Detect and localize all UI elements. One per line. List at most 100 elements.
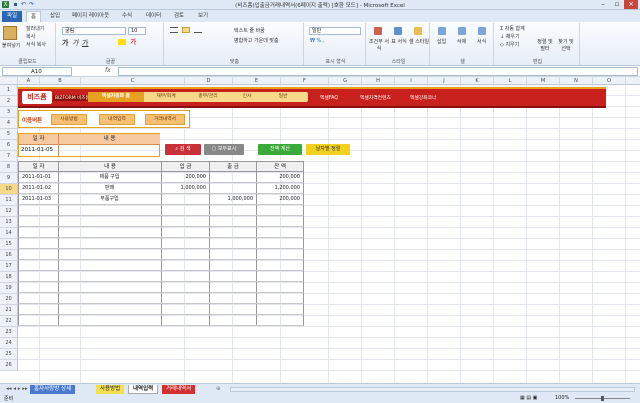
row-header[interactable]: 17 xyxy=(0,261,18,272)
row-header[interactable]: 21 xyxy=(0,305,18,316)
table-cell-out[interactable] xyxy=(209,183,257,194)
table-cell-desc[interactable] xyxy=(58,271,162,282)
font-color-icon[interactable]: 가 xyxy=(130,37,136,47)
view-buttons-icon[interactable]: ▦ ▤ ▣ xyxy=(520,395,537,401)
formula-input[interactable] xyxy=(118,67,638,76)
delete-cells-button[interactable]: 삭제 xyxy=(457,38,466,45)
conditional-format-icon[interactable] xyxy=(374,27,382,35)
table-cell-in[interactable] xyxy=(161,271,210,282)
table-cell-desc[interactable] xyxy=(58,227,162,238)
tab-insert[interactable]: 삽입 xyxy=(46,11,64,22)
table-cell-desc[interactable]: 판매 xyxy=(58,183,162,194)
table-cell-bal[interactable]: 200,000 xyxy=(256,172,304,183)
name-box[interactable]: A10 xyxy=(2,67,72,76)
table-cell-date[interactable] xyxy=(18,205,59,216)
table-cell-date[interactable] xyxy=(18,249,59,260)
table-cell-out[interactable] xyxy=(209,172,257,183)
table-cell-bal[interactable] xyxy=(256,227,304,238)
table-cell-desc[interactable] xyxy=(58,315,162,326)
table-cell-in[interactable] xyxy=(161,260,210,271)
entry-input-button[interactable]: 내역입력 xyxy=(99,114,135,125)
bold-icon[interactable]: 가 xyxy=(62,38,68,48)
table-cell-date[interactable] xyxy=(18,271,59,282)
table-cell-date[interactable]: 2011-01-02 xyxy=(18,183,59,194)
zoom-slider-thumb[interactable] xyxy=(601,396,604,401)
tab-file[interactable]: 파일 xyxy=(2,11,22,22)
paste-icon[interactable] xyxy=(3,26,17,40)
find-select-button[interactable]: 찾기 및 선택 xyxy=(556,38,576,52)
input-desc-field[interactable] xyxy=(59,145,160,156)
wrap-text-button[interactable]: 텍스트 줄 바꿈 xyxy=(234,27,265,34)
table-cell-desc[interactable]: 제품 구입 xyxy=(58,172,162,183)
conditional-format-button[interactable]: 조건부 서식 xyxy=(369,38,389,52)
row-header[interactable]: 13 xyxy=(0,217,18,228)
tab-review[interactable]: 검토 xyxy=(170,11,188,22)
row-header[interactable]: 24 xyxy=(0,338,18,349)
show-all-button[interactable]: ▢ 모두표시 xyxy=(204,144,244,155)
row-header[interactable]: 4 xyxy=(0,118,18,129)
table-cell-desc[interactable] xyxy=(58,238,162,249)
table-cell-desc[interactable] xyxy=(58,205,162,216)
sheet-tab-main[interactable]: 홈자사랑방 상세 xyxy=(30,385,76,394)
column-header[interactable]: O xyxy=(593,77,626,85)
table-cell-desc[interactable] xyxy=(58,260,162,271)
table-cell-bal[interactable] xyxy=(256,260,304,271)
column-header[interactable]: L xyxy=(494,77,527,85)
table-cell-in[interactable] xyxy=(161,315,210,326)
row-header[interactable]: 9 xyxy=(0,173,18,184)
row-header[interactable]: 20 xyxy=(0,294,18,305)
sort-by-date-button[interactable]: 날자별 정렬 xyxy=(306,144,350,155)
nav-general[interactable]: 일반 xyxy=(268,92,298,102)
table-cell-date[interactable]: 2011-01-03 xyxy=(18,194,59,205)
currency-icon[interactable]: ₩ % , xyxy=(310,38,324,44)
table-cell-out[interactable] xyxy=(209,271,257,282)
nav-hr[interactable]: 인사 xyxy=(232,92,262,102)
row-header[interactable]: 19 xyxy=(0,283,18,294)
column-header[interactable]: G xyxy=(329,77,362,85)
table-cell-in[interactable]: 1,000,000 xyxy=(161,183,210,194)
underline-icon[interactable]: 가 xyxy=(82,38,88,48)
row-header[interactable]: 26 xyxy=(0,360,18,371)
maximize-icon[interactable]: ▫ xyxy=(610,0,624,9)
calc-balance-button[interactable]: 잔액 계산 xyxy=(258,144,302,155)
nav-finance[interactable]: 재무/회계 xyxy=(148,92,184,102)
font-size-select[interactable]: 10 xyxy=(128,27,146,35)
table-cell-date[interactable] xyxy=(18,238,59,249)
table-cell-date[interactable]: 2011-01-01 xyxy=(18,172,59,183)
italic-icon[interactable]: 가 xyxy=(72,38,78,48)
format-cells-icon[interactable] xyxy=(478,27,486,35)
column-header[interactable]: F xyxy=(281,77,329,85)
table-cell-date[interactable] xyxy=(18,282,59,293)
insert-cells-button[interactable]: 삽입 xyxy=(437,38,446,45)
table-cell-bal[interactable] xyxy=(256,205,304,216)
sheet-tab-statement[interactable]: 거래내역서 xyxy=(162,385,196,394)
select-all-corner[interactable] xyxy=(0,77,18,85)
table-cell-date[interactable] xyxy=(18,260,59,271)
cut-button[interactable]: 잘라내기 xyxy=(26,25,44,32)
column-header[interactable]: E xyxy=(233,77,281,85)
table-cell-desc[interactable]: 부품구입 xyxy=(58,194,162,205)
fill-button[interactable]: ↓ 채우기 xyxy=(500,33,520,40)
tab-view[interactable]: 보기 xyxy=(194,11,212,22)
column-header[interactable]: A xyxy=(18,77,40,85)
font-name-select[interactable]: 굴림 xyxy=(62,27,126,35)
table-cell-bal[interactable] xyxy=(256,216,304,227)
table-cell-desc[interactable] xyxy=(58,282,162,293)
table-cell-desc[interactable] xyxy=(58,304,162,315)
table-cell-out[interactable] xyxy=(209,315,257,326)
worksheet[interactable]: ABCDEFGHIJKLMNOP 12345678910111213141516… xyxy=(0,77,640,383)
insert-cells-icon[interactable] xyxy=(438,27,446,35)
autosum-button[interactable]: Σ 자동 합계 xyxy=(500,25,525,32)
row-header[interactable]: 2 xyxy=(0,96,18,107)
column-header[interactable]: N xyxy=(560,77,593,85)
table-cell-bal[interactable] xyxy=(256,315,304,326)
row-header[interactable]: 8 xyxy=(0,162,18,173)
table-cell-desc[interactable] xyxy=(58,249,162,260)
row-header[interactable]: 5 xyxy=(0,129,18,140)
table-cell-bal[interactable] xyxy=(256,293,304,304)
fill-color-icon[interactable] xyxy=(118,39,126,45)
column-header[interactable]: P xyxy=(626,77,640,85)
table-cell-date[interactable] xyxy=(18,304,59,315)
fx-icon[interactable]: fx xyxy=(105,67,111,74)
new-sheet-icon[interactable]: ⊕ xyxy=(212,385,225,394)
